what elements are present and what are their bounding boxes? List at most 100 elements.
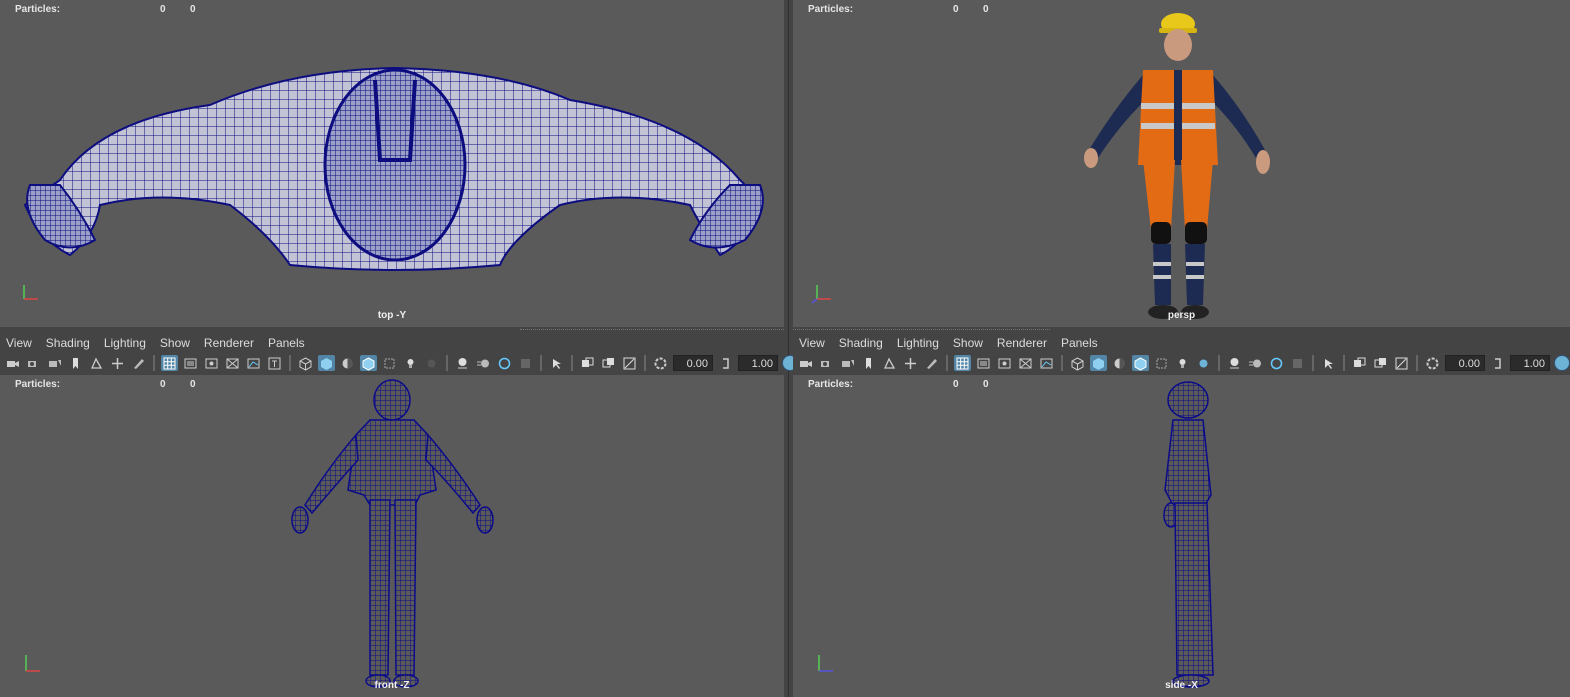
- menu-panels[interactable]: Panels: [1061, 336, 1098, 352]
- image-plane-icon[interactable]: [881, 355, 898, 371]
- textured-icon[interactable]: [1153, 355, 1170, 371]
- motion-blur-icon[interactable]: [1247, 355, 1264, 371]
- screen-space-ao-icon[interactable]: [1226, 355, 1243, 371]
- axis-gizmo-icon: [23, 285, 38, 300]
- particles-hud: Particles: 0 0: [808, 379, 989, 390]
- exposure-field[interactable]: 0.00: [673, 355, 713, 371]
- screen-space-ao-icon[interactable]: [454, 355, 471, 371]
- gate-mask-icon[interactable]: [224, 355, 241, 371]
- viewport-persp[interactable]: Particles: 0 0 persp: [793, 0, 1570, 327]
- grid-icon[interactable]: [161, 355, 178, 371]
- xray-active-icon[interactable]: [1372, 355, 1389, 371]
- menu-lighting[interactable]: Lighting: [897, 336, 939, 352]
- color-management-icon[interactable]: [1554, 355, 1570, 371]
- field-chart-icon[interactable]: [1038, 355, 1055, 371]
- gamma-field[interactable]: 1.00: [1510, 355, 1550, 371]
- xray-joints-icon[interactable]: [1393, 355, 1410, 371]
- grease-pencil-icon[interactable]: [130, 355, 147, 371]
- menu-lighting[interactable]: Lighting: [104, 336, 146, 352]
- image-plane-icon[interactable]: [88, 355, 105, 371]
- particles-value-1: 0: [160, 379, 166, 390]
- lights-icon[interactable]: [1174, 355, 1191, 371]
- smooth-shade-icon[interactable]: [1090, 355, 1107, 371]
- xray-joints-icon[interactable]: [621, 355, 638, 371]
- antialias-icon[interactable]: [1268, 355, 1285, 371]
- camera-label-top: top -Y: [377, 310, 407, 321]
- camera-bookmark-icon[interactable]: [839, 355, 856, 371]
- viewport-top[interactable]: Particles: 0 0 top -Y: [0, 0, 784, 327]
- wireframe-on-shaded-icon[interactable]: [1132, 355, 1149, 371]
- menu-renderer[interactable]: Renderer: [204, 336, 254, 352]
- exposure-icon[interactable]: [1424, 355, 1441, 371]
- toolbar-separator: [1416, 355, 1418, 371]
- viewport-side[interactable]: Particles: 0 0 side -X: [793, 375, 1570, 697]
- xray-icon[interactable]: [579, 355, 596, 371]
- antialias-icon[interactable]: [496, 355, 513, 371]
- camera-select-icon[interactable]: [797, 355, 814, 371]
- xray-icon[interactable]: [1351, 355, 1368, 371]
- toolbar-separator: [644, 355, 646, 371]
- panel-bar-right: View Shading Lighting Show Renderer Pane…: [793, 333, 1570, 375]
- exposure-icon[interactable]: [652, 355, 669, 371]
- depth-of-field-icon[interactable]: [1289, 355, 1306, 371]
- isolate-select-icon[interactable]: [548, 355, 565, 371]
- menu-shading[interactable]: Shading: [839, 336, 883, 352]
- film-gate-icon[interactable]: [902, 355, 919, 371]
- camera-attributes-icon[interactable]: [25, 355, 42, 371]
- viewport-front[interactable]: Particles: 0 0 front -Z: [0, 375, 784, 697]
- film-strip-icon[interactable]: [182, 355, 199, 371]
- film-strip-icon[interactable]: [975, 355, 992, 371]
- bookmark-icon[interactable]: [860, 355, 877, 371]
- menu-panels[interactable]: Panels: [268, 336, 305, 352]
- textured-worker-model: [1084, 13, 1270, 319]
- lights-icon[interactable]: [402, 355, 419, 371]
- toolbar-separator: [289, 355, 291, 371]
- xray-active-icon[interactable]: [600, 355, 617, 371]
- menu-renderer[interactable]: Renderer: [997, 336, 1047, 352]
- wireframe-top-model: [23, 66, 764, 271]
- grease-pencil-icon[interactable]: [923, 355, 940, 371]
- resolution-gate-icon[interactable]: [996, 355, 1013, 371]
- textured-icon[interactable]: [381, 355, 398, 371]
- camera-attributes-icon[interactable]: [818, 355, 835, 371]
- gamma-icon[interactable]: [717, 355, 734, 371]
- isolate-select-icon[interactable]: [1320, 355, 1337, 371]
- shadows-icon[interactable]: [423, 355, 440, 371]
- grid-icon[interactable]: [954, 355, 971, 371]
- film-gate-icon[interactable]: [109, 355, 126, 371]
- bookmark-icon[interactable]: [67, 355, 84, 371]
- particles-label: Particles:: [808, 379, 854, 390]
- axis-gizmo-icon: [818, 655, 833, 672]
- camera-label-persp: persp: [1167, 310, 1196, 321]
- particles-hud: Particles: 0 0: [15, 4, 196, 15]
- camera-select-icon[interactable]: [4, 355, 21, 371]
- axis-gizmo-icon: [25, 655, 40, 672]
- wireframe-cube-icon[interactable]: [297, 355, 314, 371]
- exposure-field[interactable]: 0.00: [1445, 355, 1485, 371]
- particles-value-2: 0: [983, 379, 989, 390]
- shadows-icon[interactable]: [1195, 355, 1212, 371]
- camera-bookmark-icon[interactable]: [46, 355, 63, 371]
- default-material-icon[interactable]: [339, 355, 356, 371]
- menu-show[interactable]: Show: [160, 336, 190, 352]
- default-material-icon[interactable]: [1111, 355, 1128, 371]
- motion-blur-icon[interactable]: [475, 355, 492, 371]
- smooth-shade-icon[interactable]: [318, 355, 335, 371]
- field-chart-icon[interactable]: [245, 355, 262, 371]
- wireframe-cube-icon[interactable]: [1069, 355, 1086, 371]
- wireframe-on-shaded-icon[interactable]: [360, 355, 377, 371]
- depth-of-field-icon[interactable]: [517, 355, 534, 371]
- toolbar-separator: [446, 355, 448, 371]
- viewport-divider-vertical[interactable]: [784, 0, 793, 697]
- gamma-icon[interactable]: [1489, 355, 1506, 371]
- menu-shading[interactable]: Shading: [46, 336, 90, 352]
- safe-title-icon[interactable]: [266, 355, 283, 371]
- menu-view[interactable]: View: [6, 336, 32, 352]
- gamma-field[interactable]: 1.00: [738, 355, 778, 371]
- resolution-gate-icon[interactable]: [203, 355, 220, 371]
- particles-value-2: 0: [190, 379, 196, 390]
- gate-mask-icon[interactable]: [1017, 355, 1034, 371]
- particles-hud: Particles: 0 0: [15, 379, 196, 390]
- menu-show[interactable]: Show: [953, 336, 983, 352]
- menu-view[interactable]: View: [799, 336, 825, 352]
